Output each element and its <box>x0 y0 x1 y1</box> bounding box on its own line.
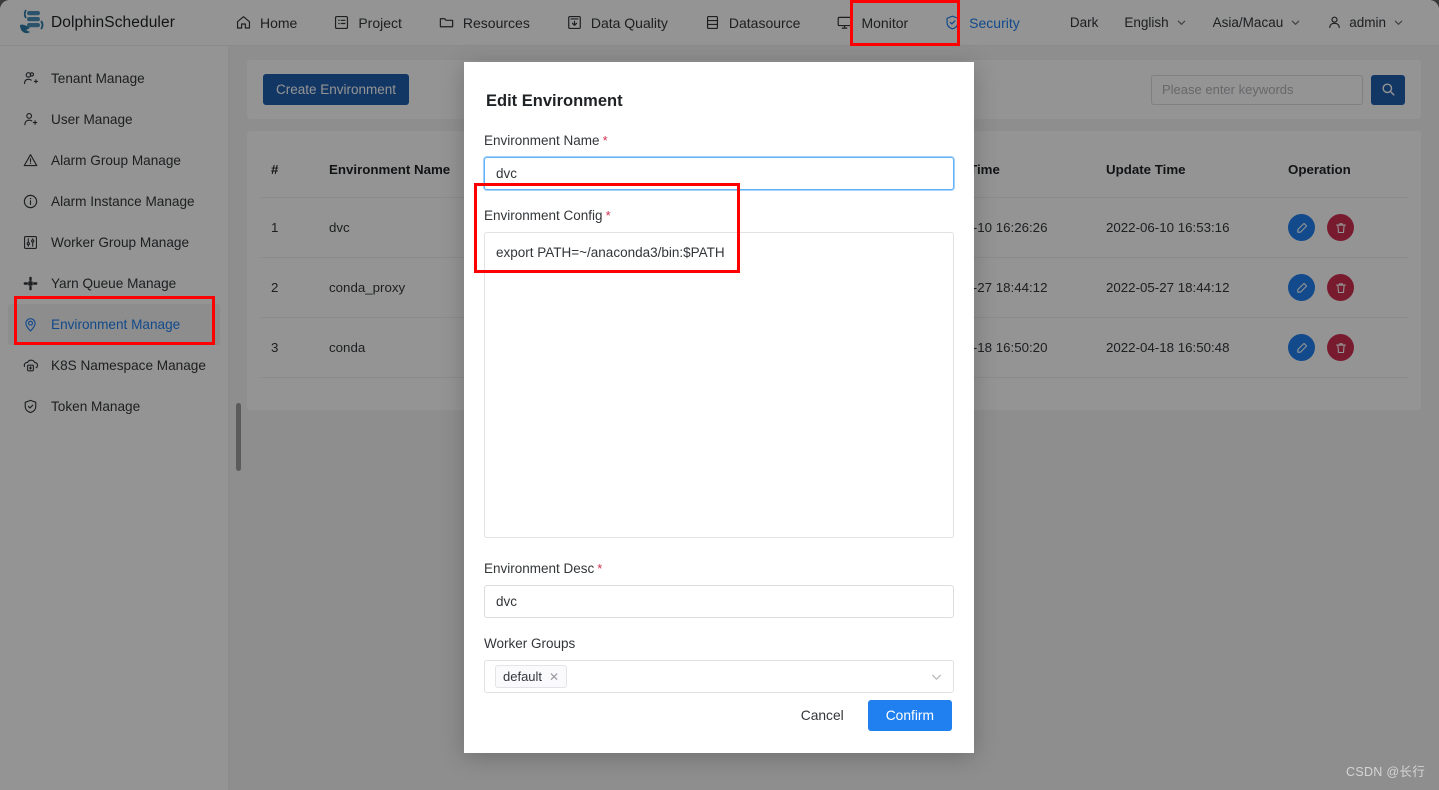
field-environment-config: Environment Config * <box>484 208 954 543</box>
field-environment-desc: Environment Desc * <box>484 561 954 618</box>
modal-title: Edit Environment <box>486 92 623 110</box>
application-window: DolphinScheduler Home Project Resources … <box>0 0 1439 790</box>
required-marker: * <box>602 133 608 148</box>
watermark: CSDN @长行 <box>1346 765 1425 779</box>
label-text: Environment Desc <box>484 561 595 576</box>
modal-footer: Cancel Confirm <box>791 700 952 731</box>
confirm-button[interactable]: Confirm <box>867 700 952 731</box>
environment-config-textarea[interactable] <box>484 232 954 538</box>
environment-config-label: Environment Config * <box>484 208 954 223</box>
environment-desc-label: Environment Desc * <box>484 561 954 576</box>
worker-groups-label: Worker Groups <box>484 636 576 651</box>
required-marker: * <box>597 561 603 576</box>
cancel-button[interactable]: Cancel <box>791 700 854 731</box>
environment-name-label: Environment Name * <box>484 133 954 148</box>
worker-group-tag: default ✕ <box>495 665 568 688</box>
label-text: Environment Config <box>484 208 603 223</box>
required-marker: * <box>605 208 611 223</box>
field-environment-name: Environment Name * <box>484 133 954 190</box>
chevron-down-icon <box>932 674 941 680</box>
edit-environment-modal: Edit Environment Environment Name* Envir… <box>464 62 974 753</box>
field-worker-groups: Worker Groups default ✕ <box>484 636 954 693</box>
worker-groups-select[interactable]: default ✕ <box>484 660 954 693</box>
label-text: Environment Name <box>484 133 600 148</box>
environment-name-input[interactable] <box>484 157 954 190</box>
close-icon[interactable]: ✕ <box>549 671 559 683</box>
worker-group-tag-label: default <box>503 669 543 684</box>
environment-desc-input[interactable] <box>484 585 954 618</box>
content-scrollbar-thumb[interactable] <box>236 403 241 471</box>
